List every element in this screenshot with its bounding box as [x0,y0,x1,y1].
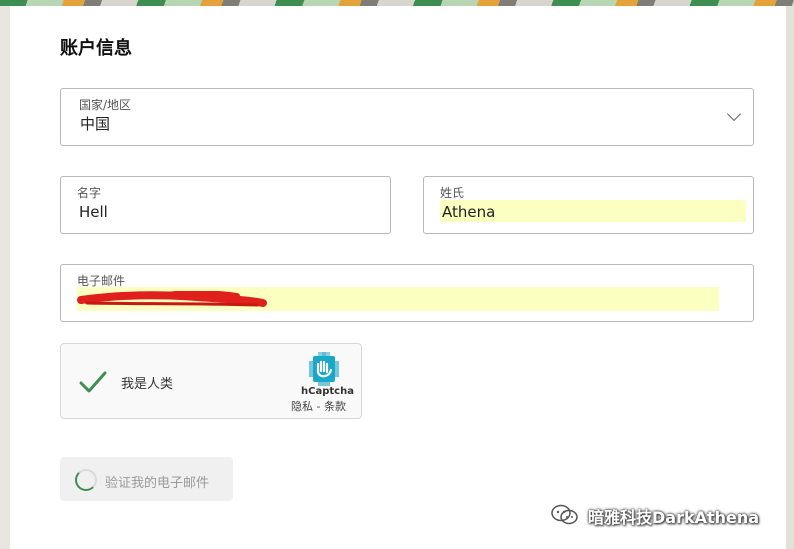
redaction-scribble [77,291,267,307]
last-name-field[interactable]: 姓氏 Athena [423,176,754,234]
first-name-label: 名字 [77,186,102,200]
left-background [0,6,10,549]
watermark-text: 暗雅科技DarkAthena [588,508,760,527]
first-name-field[interactable]: 名字 Hell [60,176,391,234]
first-name-value: Hell [79,203,108,221]
country-value: 中国 [80,115,111,133]
email-field[interactable]: 电子邮件 [60,264,754,322]
verify-email-label: 验证我的电子邮件 [105,476,210,491]
right-scroll-area [786,6,794,549]
section-title: 账户信息 [60,38,132,59]
last-name-label: 姓氏 [440,186,465,200]
loading-spinner-icon [75,469,97,491]
country-select[interactable]: 国家/地区 中国 [60,88,754,146]
hcaptcha-brand: hCaptcha [301,386,354,397]
chevron-down-icon [726,106,742,122]
email-label: 电子邮件 [77,274,126,288]
hcaptcha-widget: 我是人类 hCaptcha 隐私 - 条款 [60,343,362,419]
last-name-value: Athena [442,203,496,221]
hcaptcha-logo-icon [309,352,339,386]
checkmark-icon[interactable] [79,370,107,394]
captcha-label: 我是人类 [121,377,174,392]
wechat-icon [551,504,578,525]
hcaptcha-links[interactable]: 隐私 - 条款 [291,398,346,414]
country-label: 国家/地区 [79,98,132,112]
verify-email-button[interactable]: 验证我的电子邮件 [60,457,233,501]
